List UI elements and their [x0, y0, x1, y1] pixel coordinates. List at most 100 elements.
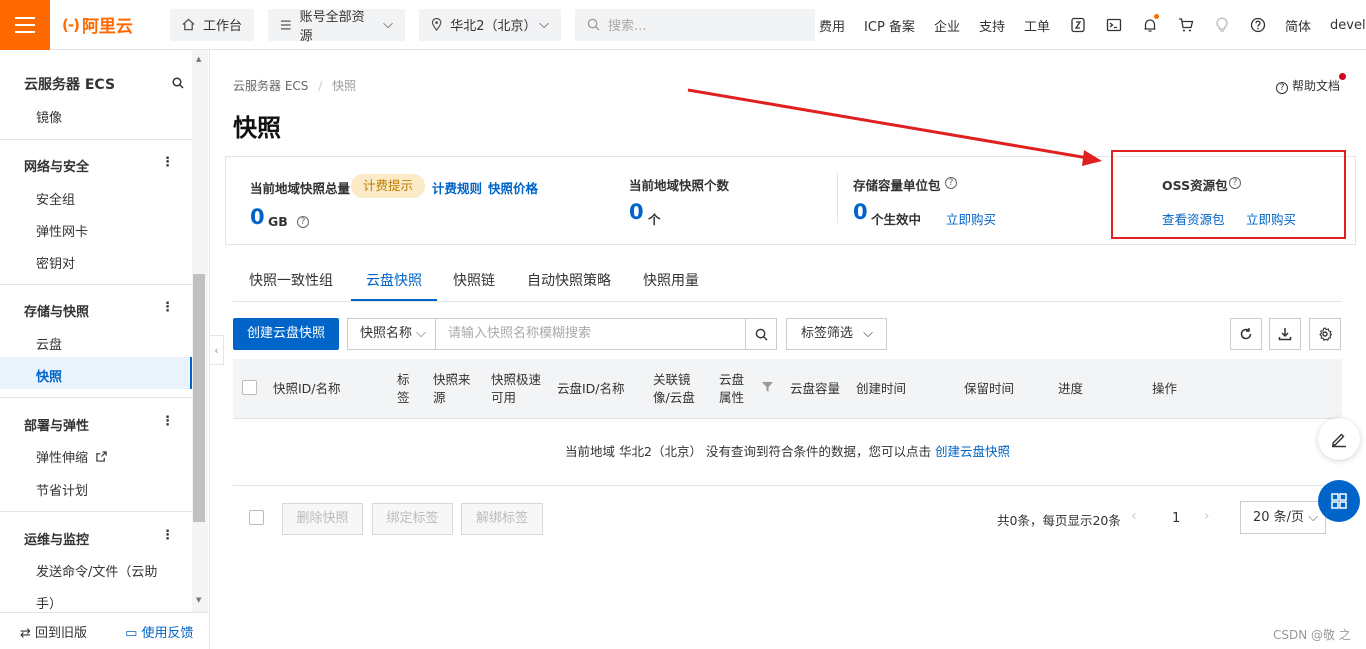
- nav-fee[interactable]: 费用: [819, 16, 845, 35]
- pencil-icon: [1332, 433, 1346, 448]
- tab-disk-snapshot[interactable]: 云盘快照: [366, 270, 422, 290]
- export-button[interactable]: [1269, 318, 1301, 350]
- settings-button[interactable]: [1309, 318, 1341, 350]
- notification-dot: [1153, 14, 1159, 19]
- swap-icon: ⇄: [20, 625, 31, 641]
- sidebar-item-snapshot[interactable]: 快照: [36, 366, 62, 385]
- resource-selector[interactable]: 账号全部资源 ⌵: [268, 8, 406, 44]
- gear-icon: [1319, 327, 1332, 341]
- scroll-down-icon[interactable]: ▼: [196, 596, 201, 604]
- user-account[interactable]: devel: [1330, 18, 1366, 33]
- nav-icp[interactable]: ICP 备案: [864, 16, 915, 35]
- sidebar-item-send-command[interactable]: 发送命令/文件（云助: [36, 561, 157, 580]
- tab-auto-policy[interactable]: 自动快照策略: [527, 270, 611, 290]
- sidebar-group-ops[interactable]: 运维与监控: [24, 529, 89, 548]
- question-icon: ?: [1276, 82, 1289, 94]
- chevron-down-icon: ⌵: [539, 17, 550, 32]
- language-switch[interactable]: 简体: [1285, 16, 1311, 35]
- menu-icon[interactable]: [0, 0, 50, 50]
- search-button[interactable]: [745, 319, 776, 349]
- create-snapshot-button[interactable]: 创建云盘快照: [233, 318, 339, 350]
- package-buy-link[interactable]: 立即购买: [946, 209, 996, 228]
- question-icon[interactable]: ?: [945, 177, 957, 189]
- back-to-old-version[interactable]: ⇄ 回到旧版: [20, 622, 87, 641]
- sidebar-scrollbar-thumb[interactable]: [193, 274, 205, 522]
- sidebar-item-security-group[interactable]: 安全组: [36, 189, 75, 208]
- sidebar-group-network[interactable]: 网络与安全: [24, 156, 89, 175]
- bulb-icon[interactable]: [1213, 16, 1231, 34]
- tab-usage[interactable]: 快照用量: [643, 270, 699, 290]
- cart-icon[interactable]: [1177, 16, 1195, 34]
- page-size-select[interactable]: 20 条/页 ⌵: [1240, 501, 1326, 534]
- filter-icon[interactable]: [762, 382, 773, 392]
- tab-consistency-group[interactable]: 快照一致性组: [249, 270, 333, 290]
- edit-float-button[interactable]: [1318, 418, 1360, 460]
- main-content: 云服务器 ECS / 快照 ? 帮助文档 快照 当前地域快照总量 计费提示 计费…: [211, 50, 1366, 649]
- sidebar-item-keypair[interactable]: 密钥对: [36, 253, 75, 272]
- next-page-icon[interactable]: ›: [1204, 508, 1210, 524]
- sidebar-group-deploy[interactable]: 部署与弹性: [24, 415, 89, 434]
- current-page[interactable]: 1: [1172, 511, 1180, 526]
- select-all-checkbox[interactable]: [242, 380, 257, 395]
- footer-select-all-checkbox[interactable]: [249, 510, 264, 525]
- search-icon: [755, 328, 768, 341]
- terminal-icon[interactable]: [1105, 16, 1123, 34]
- billing-tip-tag[interactable]: 计费提示: [351, 174, 426, 198]
- help-icon[interactable]: [1249, 16, 1267, 34]
- unbind-tag-button[interactable]: 解绑标签: [461, 503, 543, 535]
- billing-rule-link[interactable]: 计费规则: [432, 178, 482, 197]
- search-input[interactable]: 请输入快照名称模糊搜索: [436, 319, 745, 349]
- sidebar-item-disk[interactable]: 云盘: [36, 334, 62, 353]
- bell-icon[interactable]: [1141, 14, 1159, 34]
- count-label: 当前地域快照个数: [629, 178, 730, 193]
- apps-float-button[interactable]: [1318, 480, 1360, 522]
- logo[interactable]: (-) 阿里云: [62, 12, 162, 38]
- count-unit: 个: [648, 212, 661, 227]
- prev-page-icon[interactable]: ‹: [1131, 508, 1137, 524]
- sidebar-item-send-command-cont[interactable]: 手）: [36, 593, 62, 612]
- location-icon: [431, 18, 442, 31]
- feedback-link[interactable]: ▭ 使用反馈: [125, 622, 193, 641]
- refresh-button[interactable]: [1230, 318, 1262, 350]
- snapshot-price-link[interactable]: 快照价格: [488, 178, 538, 197]
- col-disk-id: 云盘ID/名称: [557, 381, 625, 396]
- tag-filter-select[interactable]: 标签筛选 ⌵: [786, 318, 887, 350]
- region-selector[interactable]: 华北2（北京） ⌵: [419, 8, 562, 41]
- more-icon[interactable]: ⋮: [161, 528, 174, 543]
- help-docs-link[interactable]: ? 帮助文档: [1276, 77, 1340, 94]
- feedback-icon: ▭: [125, 625, 138, 641]
- breadcrumb-current: 快照: [332, 79, 357, 93]
- tab-snapshot-chain[interactable]: 快照链: [453, 270, 495, 290]
- search-field-select[interactable]: 快照名称 ⌵: [348, 319, 436, 349]
- sidebar-group-storage[interactable]: 存储与快照: [24, 301, 89, 320]
- sidebar-footer: ⇄ 回到旧版 ▭ 使用反馈: [0, 612, 209, 649]
- search-icon[interactable]: [172, 77, 184, 89]
- col-retention: 保留时间: [964, 381, 1015, 396]
- create-snapshot-link[interactable]: 创建云盘快照: [935, 444, 1010, 459]
- nav-ticket[interactable]: 工单: [1024, 16, 1050, 35]
- scroll-up-icon[interactable]: ▲: [196, 55, 201, 63]
- sidebar-item-image[interactable]: 镜像: [36, 107, 62, 126]
- app-icon[interactable]: [1069, 16, 1087, 34]
- nav-support[interactable]: 支持: [979, 16, 1005, 35]
- watermark: CSDN @敬 之: [1273, 628, 1351, 642]
- more-icon[interactable]: ⋮: [161, 300, 174, 315]
- snapshot-search: 快照名称 ⌵ 请输入快照名称模糊搜索: [347, 318, 777, 350]
- col-operations: 操作: [1152, 381, 1178, 396]
- col-fast-available: 快照极速 可用: [491, 372, 542, 405]
- more-icon[interactable]: ⋮: [161, 155, 174, 170]
- sidebar-item-savings-plan[interactable]: 节省计划: [36, 480, 88, 499]
- count-value: 0: [629, 200, 644, 224]
- sidebar-item-eni[interactable]: 弹性网卡: [36, 221, 88, 240]
- bind-tag-button[interactable]: 绑定标签: [372, 503, 453, 535]
- sidebar-item-autoscaling[interactable]: 弹性伸缩: [36, 447, 107, 466]
- workbench-button[interactable]: 工作台: [170, 8, 255, 41]
- more-icon[interactable]: ⋮: [161, 414, 174, 429]
- delete-snapshot-button[interactable]: 删除快照: [282, 503, 363, 535]
- question-icon[interactable]: ?: [297, 216, 309, 228]
- annotation-highlight-box: [1111, 150, 1346, 239]
- divider: [837, 173, 838, 223]
- global-search-input[interactable]: 搜索...: [575, 8, 816, 41]
- nav-enterprise[interactable]: 企业: [934, 16, 960, 35]
- breadcrumb-ecs[interactable]: 云服务器 ECS: [233, 79, 308, 93]
